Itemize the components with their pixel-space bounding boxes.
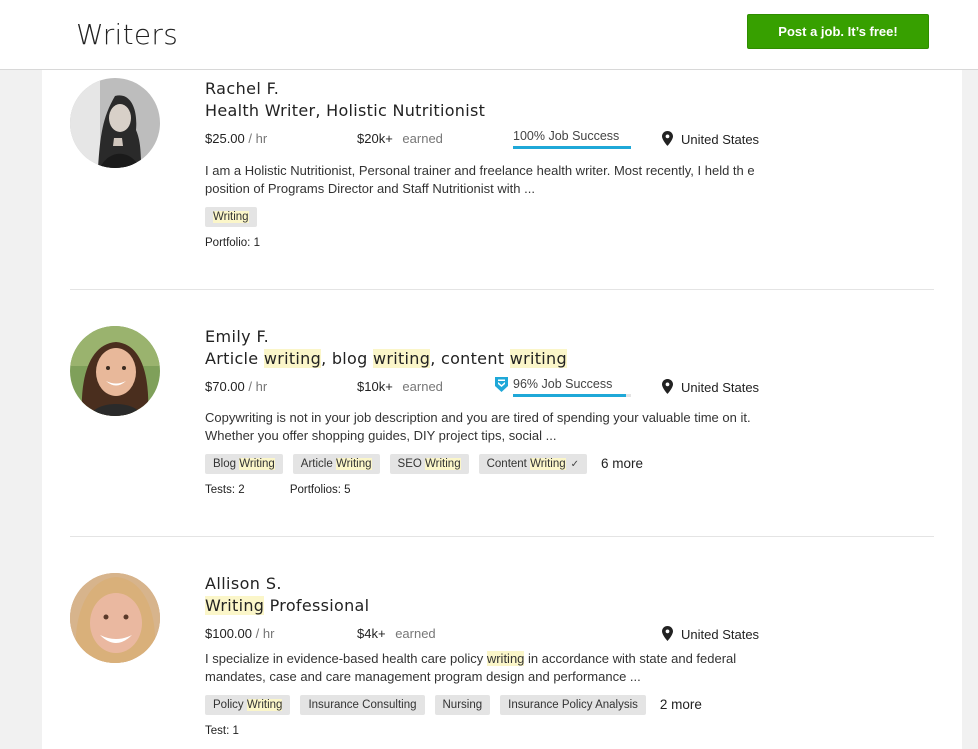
freelancer-title[interactable]: Article writing, blog writing, content w…: [205, 349, 567, 368]
location-pin-icon: [662, 626, 673, 641]
freelancer-description: I specialize in evidence-based health ca…: [205, 651, 737, 684]
freelancer-card[interactable]: Allison S. Writing Professional $100.00 …: [42, 565, 962, 749]
avatar[interactable]: [70, 573, 160, 663]
freelancer-title[interactable]: Writing Professional: [205, 596, 369, 615]
search-highlight: Writing: [530, 458, 566, 470]
freelancer-list: Rachel F. Health Writer, Holistic Nutrit…: [42, 70, 962, 749]
portfolio-count: Portfolio: 1: [205, 237, 260, 249]
more-skills-link[interactable]: 6 more: [601, 454, 643, 474]
search-highlight: writing: [263, 349, 322, 368]
freelancer-title[interactable]: Health Writer, Holistic Nutritionist: [205, 101, 485, 120]
avatar[interactable]: [70, 326, 160, 416]
freelancer-name[interactable]: Rachel F.: [205, 79, 279, 98]
search-highlight: Writing: [425, 458, 461, 470]
freelancer-name[interactable]: Allison S.: [205, 574, 282, 593]
divider: [70, 536, 934, 537]
skill-tag[interactable]: Writing: [205, 207, 257, 227]
search-highlight: Writing: [246, 699, 283, 711]
freelancer-meta: Tests: 2 Portfolios: 5: [205, 484, 351, 496]
skill-tag[interactable]: Article Writing: [292, 454, 380, 474]
hourly-rate: $70.00 / hr: [205, 379, 268, 394]
job-success: 96% Job Success: [495, 377, 631, 399]
search-highlight: writing: [486, 651, 525, 666]
freelancer-card[interactable]: Rachel F. Health Writer, Holistic Nutrit…: [42, 70, 962, 290]
skill-tag[interactable]: Policy Writing: [205, 695, 291, 715]
search-highlight: writing: [372, 349, 431, 368]
skill-tags: Blog Writing Article Writing SEO Writing Co…: [205, 454, 643, 474]
job-success-bar: [513, 394, 631, 397]
skill-tag[interactable]: Blog Writing: [205, 454, 283, 474]
skill-tag[interactable]: Nursing: [434, 695, 491, 715]
location-pin-icon: [662, 131, 673, 146]
freelancer-description: Copywriting is not in your job descripti…: [205, 410, 751, 443]
skill-tag[interactable]: SEO Writing: [389, 454, 469, 474]
portfolio-count: Portfolios: 5: [289, 484, 351, 496]
search-highlight: Writing: [205, 596, 265, 615]
job-success: 100% Job Success: [513, 129, 631, 151]
freelancer-card[interactable]: Emily F. Article writing, blog writing, …: [42, 318, 962, 538]
scrollbar[interactable]: [962, 70, 978, 749]
top-header: Writers Post a job. It’s free!: [0, 0, 978, 70]
search-highlight: Writing: [239, 458, 275, 470]
search-highlight: Writing: [213, 211, 249, 223]
total-earned: $10k+ earned: [357, 379, 443, 394]
freelancer-description: I am a Holistic Nutritionist, Personal t…: [205, 163, 755, 196]
skill-tag[interactable]: Insurance Policy Analysis: [500, 695, 646, 715]
skill-tag[interactable]: Content Writing ✓: [478, 454, 588, 474]
skill-tags: Writing: [205, 207, 267, 227]
avatar[interactable]: [70, 78, 160, 168]
hourly-rate: $100.00 / hr: [205, 626, 275, 641]
hourly-rate: $25.00 / hr: [205, 131, 268, 146]
tests-count: Tests: 2: [205, 484, 245, 496]
skill-tags: Policy Writing Insurance Consulting Nursin…: [205, 695, 702, 715]
total-earned: $20k+ earned: [357, 131, 443, 146]
more-skills-link[interactable]: 2 more: [660, 695, 702, 715]
verified-check-icon: ✓: [570, 459, 580, 470]
top-rated-badge-icon: [495, 377, 508, 392]
location-pin-icon: [662, 379, 673, 394]
search-highlight: Writing: [335, 458, 372, 470]
freelancer-name[interactable]: Emily F.: [205, 327, 269, 346]
tests-count: Test: 1: [205, 725, 239, 737]
search-highlight: writing: [509, 349, 567, 368]
freelancer-meta: Portfolio: 1: [205, 237, 260, 249]
skill-tag[interactable]: Insurance Consulting: [300, 695, 425, 715]
post-job-button[interactable]: Post a job. It’s free!: [747, 14, 929, 49]
freelancer-meta: Test: 1: [205, 725, 239, 737]
page-title: Writers: [76, 18, 179, 51]
job-success-label: 100% Job Success: [513, 129, 620, 143]
total-earned: $4k+ earned: [357, 626, 436, 641]
job-success-label: 96% Job Success: [513, 377, 613, 391]
job-success-bar: [513, 146, 631, 149]
divider: [70, 289, 934, 290]
